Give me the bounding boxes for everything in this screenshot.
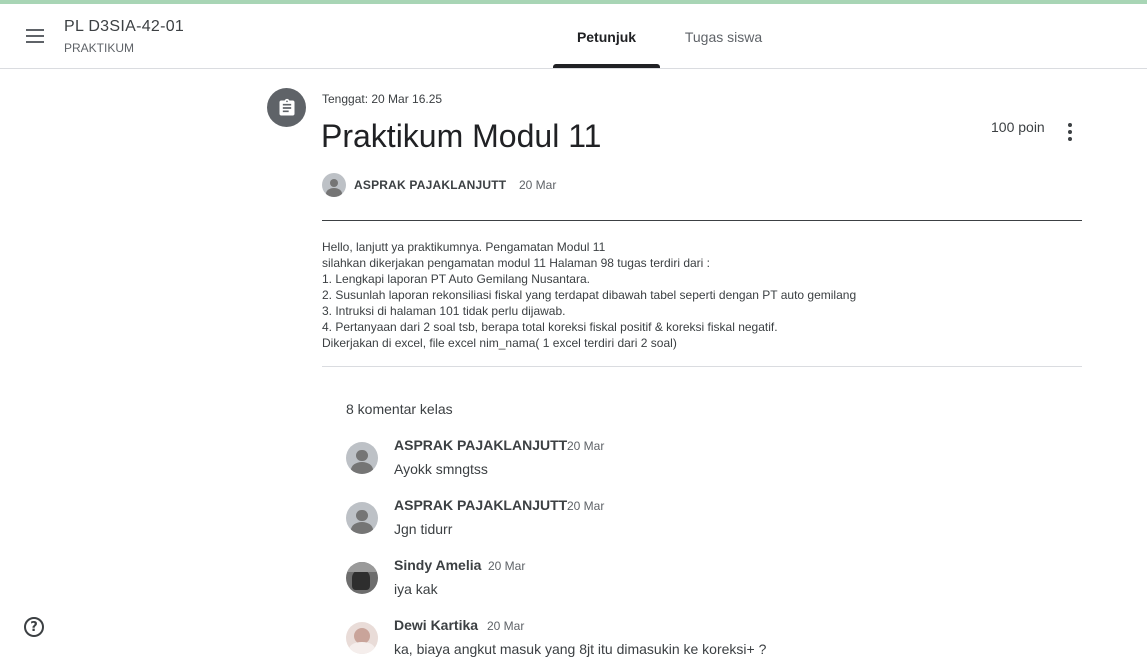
comment-item: ASPRAK PAJAKLANJUTT 20 Mar Jgn tidurr [346, 497, 1046, 553]
instruction-line: Hello, lanjutt ya praktikumnya. Pengamat… [322, 240, 606, 254]
top-app-bar: PL D3SIA-42-01 PRAKTIKUM Petunjuk Tugas … [0, 4, 1147, 69]
commenter-avatar [346, 502, 378, 534]
commenter-name: Sindy Amelia [394, 557, 482, 573]
instruction-line: 4. Pertanyaan dari 2 soal tsb, berapa to… [322, 320, 778, 334]
assignment-icon [267, 88, 306, 127]
commenter-avatar [346, 622, 378, 654]
post-date: 20 Mar [519, 178, 557, 192]
class-comments-count[interactable]: 8 komentar kelas [346, 401, 453, 417]
header-divider [322, 220, 1082, 221]
class-section: PRAKTIKUM [64, 41, 135, 55]
comments-divider [322, 366, 1082, 367]
comment-date: 20 Mar [567, 499, 605, 513]
comment-text: ka, biaya angkut masuk yang 8jt itu dima… [394, 641, 767, 657]
tab-petunjuk[interactable]: Petunjuk [553, 4, 660, 69]
comment-item: ASPRAK PAJAKLANJUTT 20 Mar Ayokk smngtss [346, 437, 1046, 493]
commenter-avatar [346, 562, 378, 594]
comment-item: Dewi Kartika 20 Mar ka, biaya angkut mas… [346, 617, 1046, 661]
assignment-title: Praktikum Modul 11 [321, 118, 602, 154]
instructions-text: Hello, lanjutt ya praktikumnya. Pengamat… [322, 239, 1082, 351]
menu-icon[interactable] [24, 24, 48, 48]
comment-date: 20 Mar [487, 619, 525, 633]
comment-date: 20 Mar [488, 559, 526, 573]
commenter-name: Dewi Kartika [394, 617, 479, 633]
comment-text: Ayokk smngtss [394, 461, 488, 477]
instruction-line: silahkan dikerjakan pengamatan modul 11 … [322, 256, 711, 270]
instruction-line: Dikerjakan di excel, file excel nim_nama… [322, 336, 677, 350]
comment-text: iya kak [394, 581, 438, 597]
commenter-name: ASPRAK PAJAKLANJUTT [394, 497, 568, 513]
more-vert-icon[interactable] [1060, 120, 1080, 142]
author-name: ASPRAK PAJAKLANJUTT [354, 178, 507, 192]
comment-date: 20 Mar [567, 439, 605, 453]
points-label: 100 poin [991, 119, 1045, 135]
tab-tugas-siswa[interactable]: Tugas siswa [670, 4, 777, 69]
instruction-line: 2. Susunlah laporan rekonsiliasi fiskal … [322, 288, 857, 302]
class-name[interactable]: PL D3SIA-42-01 [64, 18, 184, 36]
commenter-name: ASPRAK PAJAKLANJUTT [394, 437, 568, 453]
instruction-line: 3. Intruksi di halaman 101 tidak perlu d… [322, 304, 566, 318]
author-avatar [322, 173, 346, 197]
active-tab-indicator [553, 64, 660, 68]
comment-text: Jgn tidurr [394, 521, 453, 537]
commenter-avatar [346, 442, 378, 474]
comment-item: Sindy Amelia 20 Mar iya kak [346, 557, 1046, 613]
due-date: Tenggat: 20 Mar 16.25 [322, 92, 443, 106]
instruction-line: 1. Lengkapi laporan PT Auto Gemilang Nus… [322, 272, 590, 286]
help-icon[interactable]: ? [24, 617, 44, 637]
